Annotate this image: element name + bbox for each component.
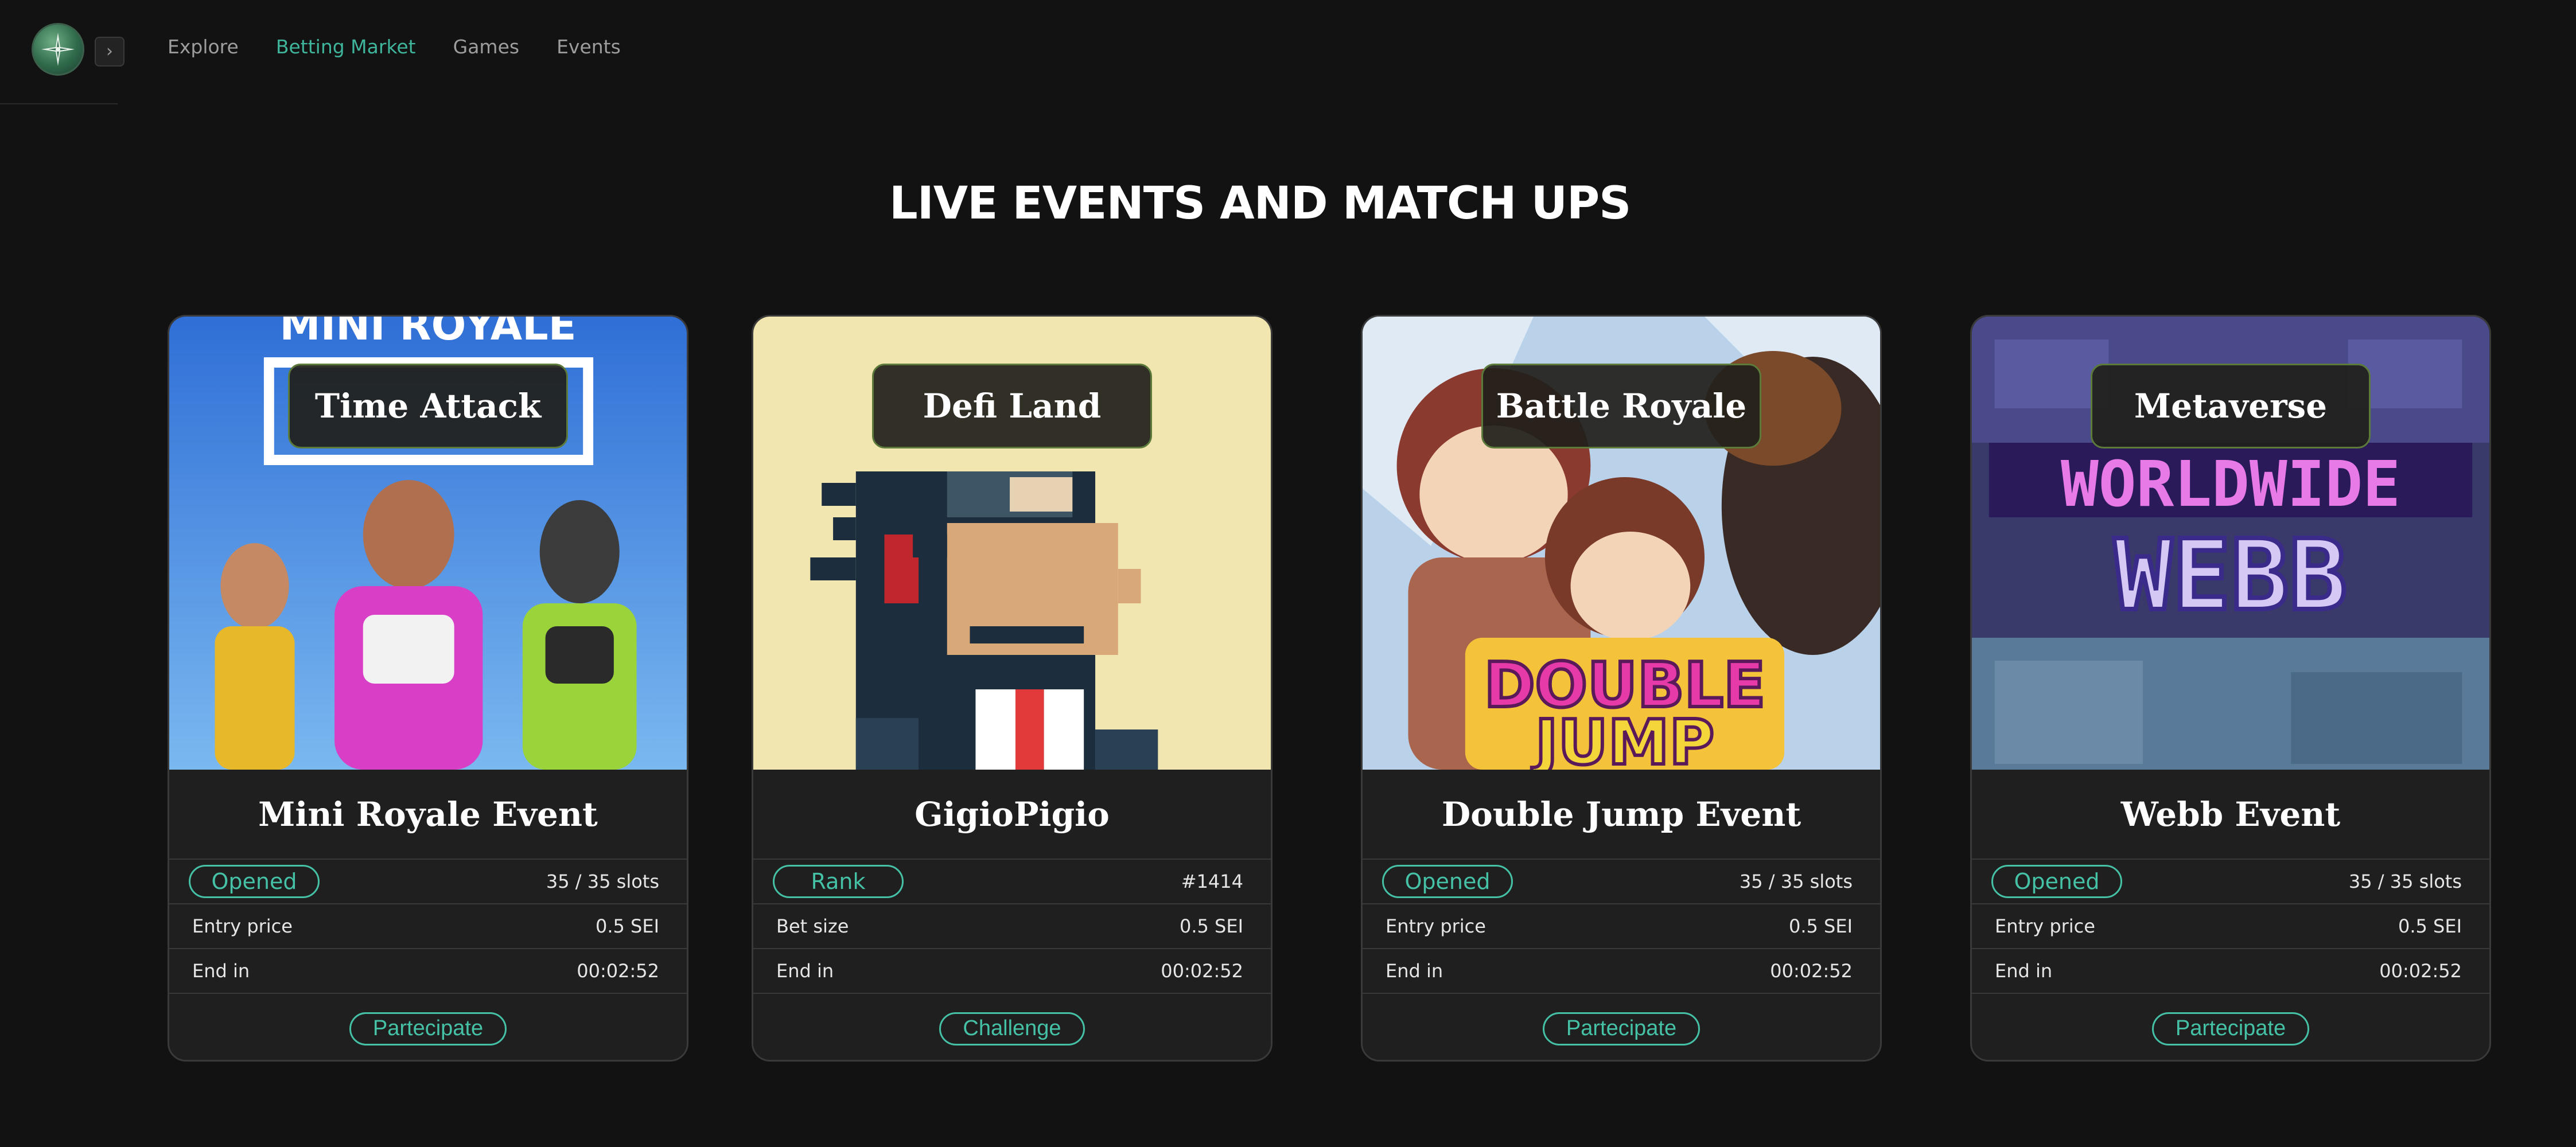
page-title: LIVE EVENTS AND MATCH UPS: [889, 178, 1631, 229]
category-tag: Battle Royale: [1481, 364, 1761, 448]
event-card-double-jump[interactable]: DOUBLE JUMP Battle Royale Double Jump Ev…: [1361, 315, 1882, 1062]
entry-price-label: Entry price: [192, 915, 293, 937]
end-in-label: End in: [1995, 960, 2053, 982]
event-name: Mini Royale Event: [258, 794, 598, 834]
slots-value: 35 / 35 slots: [1739, 871, 1853, 892]
mini-royale-logo-text: MINI ROYALE: [279, 317, 576, 349]
action-row: Partecipate: [1972, 993, 2489, 1060]
slots-value: 35 / 35 slots: [546, 871, 659, 892]
end-in-row: End in 00:02:52: [753, 948, 1271, 993]
end-in-label: End in: [776, 960, 834, 982]
participate-button[interactable]: Partecipate: [1542, 1012, 1701, 1045]
event-card-mini-royale[interactable]: MINI ROYALE Time Attack Mini Royale Even…: [168, 315, 688, 1062]
entry-price-label: Entry price: [1995, 915, 2095, 937]
event-card-image: WORLDWIDE WEBB Metaverse: [1972, 317, 2489, 770]
entry-price-label: Entry price: [1386, 915, 1486, 937]
event-name: Double Jump Event: [1441, 794, 1801, 834]
chevron-right-icon[interactable]: ›: [95, 37, 124, 67]
event-card-image: MINI ROYALE Time Attack: [169, 317, 687, 770]
webb-logo-text: WEBB: [2114, 518, 2348, 632]
category-tag: Metaverse: [2091, 364, 2371, 448]
entry-price-row: Entry price 0.5 SEI: [169, 903, 687, 948]
nav-games[interactable]: Games: [453, 36, 519, 58]
action-row: Partecipate: [1363, 993, 1880, 1060]
rank-badge: Rank: [773, 865, 904, 898]
action-row: Partecipate: [169, 993, 687, 1060]
event-name: Webb Event: [2120, 794, 2341, 834]
event-card-image: Defi Land: [753, 317, 1271, 770]
status-row: Opened 35 / 35 slots: [1972, 859, 2489, 903]
top-bar: › Explore Betting Market Games Events: [0, 0, 2576, 103]
status-row: Opened 35 / 35 slots: [169, 859, 687, 903]
end-in-label: End in: [1386, 960, 1443, 982]
event-card-body: Mini Royale Event Opened 35 / 35 slots E…: [169, 770, 687, 1060]
entry-price-row: Entry price 0.5 SEI: [1972, 903, 2489, 948]
entry-price-value: 0.5 SEI: [595, 915, 659, 937]
double-jump-logo-line2: JUMP: [1531, 707, 1714, 770]
end-in-value: 00:02:52: [1770, 960, 1853, 982]
status-badge: Opened: [1991, 865, 2122, 898]
action-row: Challenge: [753, 993, 1271, 1060]
status-badge: Opened: [1382, 865, 1513, 898]
end-in-label: End in: [192, 960, 250, 982]
bet-size-label: Bet size: [776, 915, 849, 937]
challenge-button[interactable]: Challenge: [939, 1012, 1085, 1045]
entry-price-value: 0.5 SEI: [1788, 915, 1853, 937]
entry-price-row: Entry price 0.5 SEI: [1363, 903, 1880, 948]
entry-price-value: 0.5 SEI: [2398, 915, 2462, 937]
end-in-value: 00:02:52: [2379, 960, 2462, 982]
event-card-defi-land[interactable]: Defi Land GigioPigio Rank #1414 Bet size…: [752, 315, 1273, 1062]
participate-button[interactable]: Partecipate: [349, 1012, 507, 1045]
status-row: Opened 35 / 35 slots: [1363, 859, 1880, 903]
rank-value: #1414: [1181, 871, 1243, 892]
status-badge: Opened: [189, 865, 320, 898]
participate-button[interactable]: Partecipate: [2151, 1012, 2310, 1045]
event-card-body: Webb Event Opened 35 / 35 slots Entry pr…: [1972, 770, 2489, 1060]
end-in-row: End in 00:02:52: [169, 948, 687, 993]
bet-size-row: Bet size 0.5 SEI: [753, 903, 1271, 948]
event-card-body: Double Jump Event Opened 35 / 35 slots E…: [1363, 770, 1880, 1060]
compass-star-icon[interactable]: [32, 23, 84, 76]
rank-row: Rank #1414: [753, 859, 1271, 903]
end-in-value: 00:02:52: [577, 960, 659, 982]
event-card-body: GigioPigio Rank #1414 Bet size 0.5 SEI E…: [753, 770, 1271, 1060]
event-card-webb[interactable]: WORLDWIDE WEBB Metaverse Webb Event Open…: [1970, 315, 2491, 1062]
bet-size-value: 0.5 SEI: [1179, 915, 1243, 937]
header-divider: [0, 103, 118, 104]
nav-events[interactable]: Events: [557, 36, 621, 58]
nav-explore[interactable]: Explore: [168, 36, 239, 58]
slots-value: 35 / 35 slots: [2348, 871, 2462, 892]
event-name: GigioPigio: [915, 794, 1110, 834]
end-in-value: 00:02:52: [1161, 960, 1243, 982]
worldwide-logo-text: WORLDWIDE: [2061, 447, 2400, 521]
end-in-row: End in 00:02:52: [1363, 948, 1880, 993]
main-nav: Explore Betting Market Games Events: [168, 36, 621, 58]
nav-betting-market[interactable]: Betting Market: [276, 36, 416, 58]
category-tag: Time Attack: [288, 364, 568, 448]
event-card-image: DOUBLE JUMP Battle Royale: [1363, 317, 1880, 770]
category-tag: Defi Land: [872, 364, 1152, 448]
end-in-row: End in 00:02:52: [1972, 948, 2489, 993]
